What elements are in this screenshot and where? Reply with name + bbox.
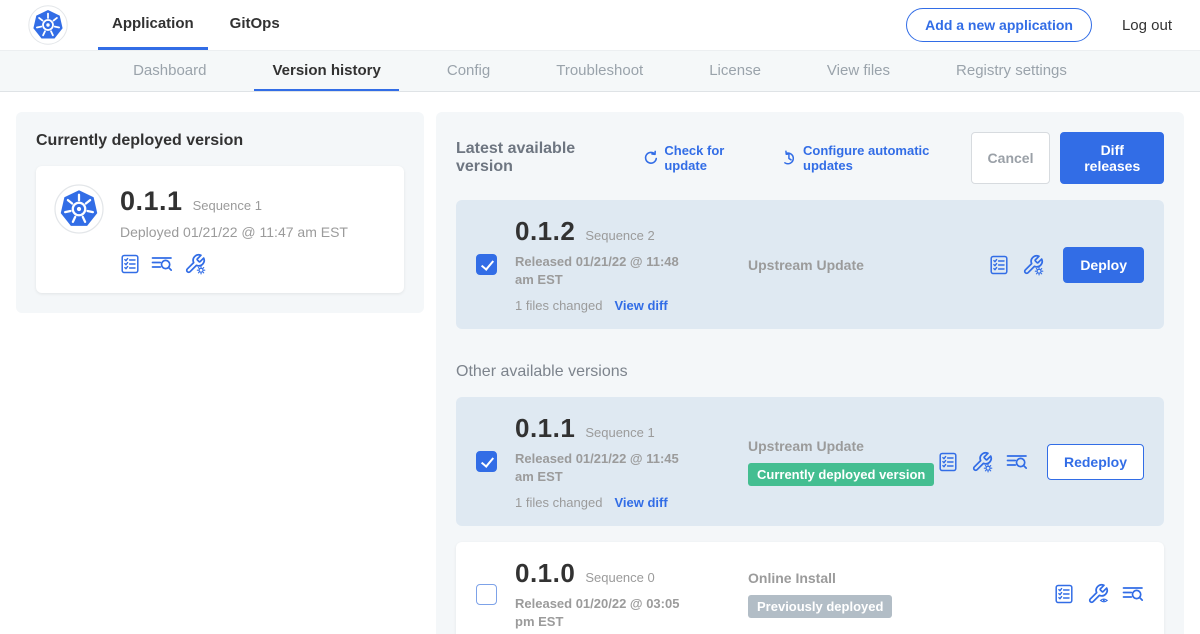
version-checkbox[interactable] bbox=[476, 451, 497, 472]
edit-config-icon[interactable] bbox=[971, 451, 993, 473]
edit-config-icon[interactable] bbox=[184, 253, 206, 275]
logout-button[interactable]: Log out bbox=[1122, 17, 1172, 34]
subnav-troubleshoot[interactable]: Troubleshoot bbox=[538, 51, 661, 91]
top-tabs: Application GitOps bbox=[98, 0, 294, 50]
preflight-checks-icon[interactable] bbox=[938, 452, 958, 472]
deployed-version-number: 0.1.1 bbox=[120, 186, 183, 217]
tab-gitops[interactable]: GitOps bbox=[216, 0, 294, 50]
top-nav-right: Add a new application Log out bbox=[906, 0, 1172, 50]
released-timestamp: Released 01/21/22 @ 11:48 am EST bbox=[515, 253, 700, 288]
version-info: 0.1.0 Sequence 0 Released 01/20/22 @ 03:… bbox=[515, 558, 720, 630]
deployed-timestamp: Deployed 01/21/22 @ 11:47 am EST bbox=[120, 224, 348, 240]
auto-update-clock-icon bbox=[781, 150, 797, 167]
configure-updates-label: Configure automatic updates bbox=[803, 143, 971, 173]
app-logo[interactable] bbox=[28, 0, 68, 50]
version-number: 0.1.0 bbox=[515, 558, 575, 589]
version-actions: Redeploy bbox=[938, 444, 1144, 480]
subnav-registry-settings[interactable]: Registry settings bbox=[938, 51, 1085, 91]
edit-config-icon[interactable] bbox=[1022, 254, 1044, 276]
version-source: Online Install Previously deployed bbox=[748, 570, 1054, 618]
source-label: Online Install bbox=[748, 570, 1054, 586]
currently-deployed-badge: Currently deployed version bbox=[748, 463, 934, 486]
top-nav: Application GitOps Add a new application… bbox=[0, 0, 1200, 50]
add-application-button[interactable]: Add a new application bbox=[906, 8, 1092, 42]
version-sequence: Sequence 0 bbox=[585, 570, 654, 585]
deployed-version-info: 0.1.1 Sequence 1 Deployed 01/21/22 @ 11:… bbox=[120, 184, 348, 275]
version-info: 0.1.1 Sequence 1 Released 01/21/22 @ 11:… bbox=[515, 413, 720, 510]
currently-deployed-panel: Currently deployed version 0.1.1 Sequenc… bbox=[16, 112, 424, 313]
preflight-checks-icon[interactable] bbox=[989, 255, 1009, 275]
check-for-update-label: Check for update bbox=[664, 143, 763, 173]
source-label: Upstream Update bbox=[748, 257, 989, 273]
deployed-panel-title: Currently deployed version bbox=[36, 132, 404, 150]
configure-updates-link[interactable]: Configure automatic updates bbox=[781, 143, 970, 173]
version-actions: Deploy bbox=[989, 247, 1144, 283]
version-number: 0.1.1 bbox=[515, 413, 575, 444]
version-row-0-1-0: 0.1.0 Sequence 0 Released 01/20/22 @ 03:… bbox=[456, 542, 1164, 634]
other-versions-title: Other available versions bbox=[456, 363, 1164, 381]
files-changed: 1 files changed bbox=[515, 495, 602, 510]
main-content: Currently deployed version 0.1.1 Sequenc… bbox=[0, 92, 1200, 634]
subnav-view-files[interactable]: View files bbox=[809, 51, 908, 91]
latest-version-title: Latest available version bbox=[456, 140, 625, 176]
version-checkbox[interactable] bbox=[476, 254, 497, 275]
version-row-0-1-2: 0.1.2 Sequence 2 Released 01/21/22 @ 11:… bbox=[456, 200, 1164, 329]
subnav-config[interactable]: Config bbox=[429, 51, 508, 91]
kubernetes-logo-icon bbox=[28, 5, 68, 45]
deploy-logs-icon[interactable] bbox=[1006, 451, 1028, 473]
source-label: Upstream Update bbox=[748, 438, 938, 454]
version-checkbox[interactable] bbox=[476, 584, 497, 605]
latest-version-header: Latest available version Check for updat… bbox=[456, 132, 1164, 184]
tab-application[interactable]: Application bbox=[98, 0, 208, 50]
deploy-logs-icon[interactable] bbox=[151, 253, 173, 275]
subnav-license[interactable]: License bbox=[691, 51, 779, 91]
refresh-icon bbox=[643, 150, 659, 167]
version-info: 0.1.2 Sequence 2 Released 01/21/22 @ 11:… bbox=[515, 216, 720, 313]
preflight-checks-icon[interactable] bbox=[120, 254, 140, 274]
view-diff-link[interactable]: View diff bbox=[614, 298, 667, 313]
previously-deployed-badge: Previously deployed bbox=[748, 595, 892, 618]
version-sequence: Sequence 1 bbox=[585, 425, 654, 440]
view-diff-link[interactable]: View diff bbox=[614, 495, 667, 510]
deploy-button[interactable]: Deploy bbox=[1063, 247, 1144, 283]
header-actions: Cancel Diff releases bbox=[971, 132, 1164, 184]
deployed-actions bbox=[120, 253, 348, 275]
subnav-dashboard[interactable]: Dashboard bbox=[115, 51, 224, 91]
version-row-0-1-1: 0.1.1 Sequence 1 Released 01/21/22 @ 11:… bbox=[456, 397, 1164, 526]
released-timestamp: Released 01/20/22 @ 03:05 pm EST bbox=[515, 595, 700, 630]
files-changed: 1 files changed bbox=[515, 298, 602, 313]
subnav-version-history[interactable]: Version history bbox=[254, 51, 398, 91]
app-subnav: Dashboard Version history Config Trouble… bbox=[0, 50, 1200, 92]
preflight-checks-icon[interactable] bbox=[1054, 584, 1074, 604]
version-source: Upstream Update bbox=[748, 257, 989, 273]
version-number: 0.1.2 bbox=[515, 216, 575, 247]
deployed-sequence: Sequence 1 bbox=[193, 198, 262, 213]
redeploy-button[interactable]: Redeploy bbox=[1047, 444, 1144, 480]
deploy-logs-icon[interactable] bbox=[1122, 583, 1144, 605]
check-for-update-link[interactable]: Check for update bbox=[643, 143, 764, 173]
released-timestamp: Released 01/21/22 @ 11:45 am EST bbox=[515, 450, 700, 485]
version-history-panel: Latest available version Check for updat… bbox=[436, 112, 1184, 634]
version-actions bbox=[1054, 583, 1144, 605]
diff-releases-button[interactable]: Diff releases bbox=[1060, 132, 1164, 184]
version-source: Upstream Update Currently deployed versi… bbox=[748, 438, 938, 486]
cancel-button[interactable]: Cancel bbox=[971, 132, 1051, 184]
version-sequence: Sequence 2 bbox=[585, 228, 654, 243]
kubernetes-app-icon bbox=[54, 184, 104, 234]
view-config-icon[interactable] bbox=[1087, 583, 1109, 605]
deployed-version-card: 0.1.1 Sequence 1 Deployed 01/21/22 @ 11:… bbox=[36, 166, 404, 293]
